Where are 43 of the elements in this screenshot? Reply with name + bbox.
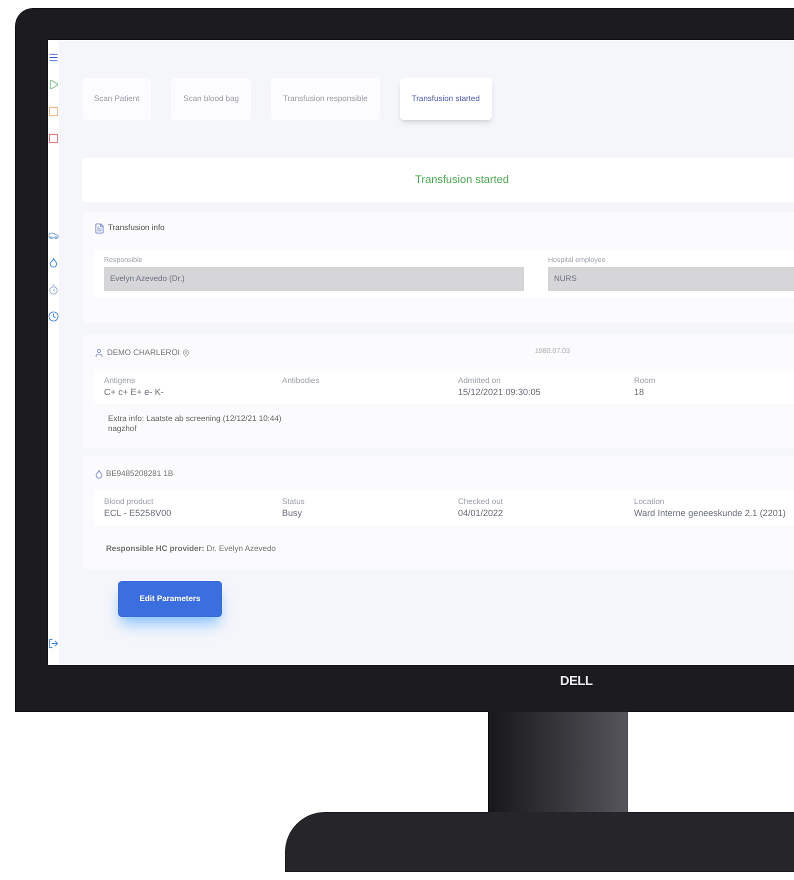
field-label: Antibodies	[282, 374, 320, 386]
drop-icon	[94, 468, 104, 479]
field-value: ECL - E5258V00	[104, 508, 172, 519]
extra-info-text: nagzhof	[108, 424, 138, 434]
field-value: Ward Interne geneeskunde 2.1 (2201)	[634, 508, 787, 519]
patient-name: DEMO CHARLEROI	[107, 346, 180, 358]
field-value: C+ c+ E+ e- K-	[104, 386, 165, 398]
document-icon	[94, 222, 105, 234]
field-label: Checked out	[458, 496, 504, 508]
clock-icon[interactable]	[48, 311, 59, 322]
brand-logo: DELL	[560, 672, 593, 690]
field-label: Admitted on	[458, 374, 502, 386]
edit-parameters-button[interactable]: Edit Parameters	[118, 581, 222, 617]
extra-info-text: Extra info: Laatste ab screening (12/12/21 10:44)	[108, 414, 282, 424]
person-icon	[94, 348, 104, 358]
square-icon[interactable]	[48, 133, 59, 144]
drop-icon[interactable]	[48, 257, 59, 268]
menu-icon[interactable]	[48, 52, 59, 63]
field-value: 15/12/2021 09:30:05	[458, 386, 542, 398]
status-banner: Transfusion started	[82, 158, 794, 202]
step-tab[interactable]: Scan Patient	[82, 78, 152, 120]
field-label: Status	[282, 496, 306, 508]
step-tab[interactable]: Transfusion started	[400, 78, 492, 120]
readonly-field[interactable]: Evelyn Azevedo (Dr.)	[104, 266, 524, 290]
car-icon[interactable]	[48, 230, 59, 241]
timer-icon[interactable]	[48, 284, 59, 295]
readonly-field[interactable]: NURS	[548, 266, 794, 290]
step-tab[interactable]: Transfusion responsible	[270, 78, 380, 120]
square-icon[interactable]	[48, 106, 59, 117]
field-label: Room	[634, 374, 656, 386]
field-value: 18	[634, 386, 646, 398]
field-value: 04/01/2022	[458, 508, 504, 519]
card-title: Transfusion info	[108, 222, 165, 234]
bag-id: BE9485208281 1B	[106, 468, 174, 480]
step-tab[interactable]: Scan blood bag	[171, 78, 251, 120]
pin-icon	[182, 348, 190, 356]
field-value: Busy	[282, 508, 304, 519]
play-icon[interactable]	[48, 79, 59, 90]
logout-icon[interactable]	[48, 638, 59, 648]
field-label: Blood product	[104, 496, 154, 508]
field-label: Location	[634, 496, 666, 508]
field-label: Antigens	[104, 374, 136, 386]
responsible-text: Responsible HC provider: Dr. Evelyn Azevedo	[106, 544, 276, 553]
